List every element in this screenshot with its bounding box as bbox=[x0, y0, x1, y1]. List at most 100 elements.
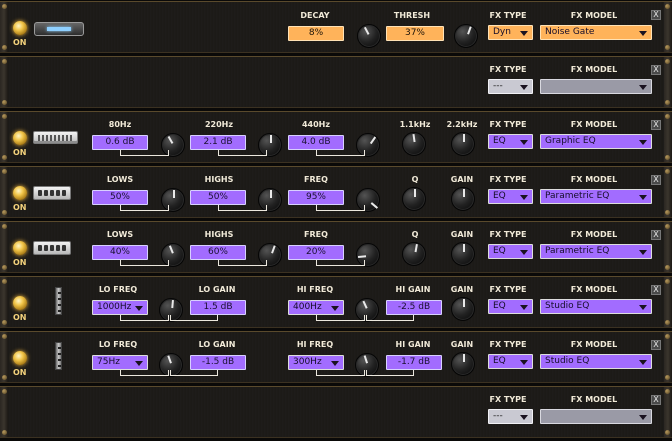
band-2-2khz-label: 2.2kHz bbox=[446, 120, 478, 129]
band-1-1khz-knob-icon[interactable] bbox=[402, 132, 426, 156]
fx-type-select[interactable]: --- bbox=[488, 79, 533, 94]
close-icon[interactable]: X bbox=[651, 340, 661, 350]
gain-knob-icon[interactable] bbox=[451, 187, 475, 211]
gain-label: GAIN bbox=[450, 230, 474, 239]
band-80hz-value[interactable]: 0.6 dB bbox=[92, 135, 148, 150]
fx-type-select[interactable]: EQ bbox=[488, 244, 533, 259]
fx-model-select[interactable] bbox=[540, 79, 652, 94]
fx-type-select[interactable]: --- bbox=[488, 409, 533, 424]
fx-model-select[interactable] bbox=[540, 409, 652, 424]
fx-slot-empty-1: FX TYPE --- FX MODEL X bbox=[0, 56, 672, 108]
close-icon[interactable]: X bbox=[651, 285, 661, 295]
fx-type-select[interactable]: EQ bbox=[488, 134, 533, 149]
lo-freq-select[interactable]: 75Hz bbox=[92, 355, 148, 370]
close-icon[interactable]: X bbox=[651, 120, 661, 130]
decay-label: DECAY bbox=[300, 11, 330, 20]
hi-freq-select[interactable]: 300Hz bbox=[288, 355, 344, 370]
gain-knob-icon[interactable] bbox=[451, 297, 475, 321]
power-led-icon[interactable] bbox=[13, 131, 27, 145]
decay-value[interactable]: 8% bbox=[288, 26, 344, 41]
parametric-eq-device-icon bbox=[33, 241, 71, 255]
lo-freq-label: LO FREQ bbox=[98, 285, 138, 294]
freq-value[interactable]: 95% bbox=[288, 190, 344, 205]
q-label: Q bbox=[411, 230, 419, 239]
band-2-2khz-knob-icon[interactable] bbox=[451, 132, 475, 156]
fx-type-label: FX TYPE bbox=[489, 65, 527, 74]
fx-model-select[interactable]: Parametric EQ bbox=[540, 244, 652, 259]
lo-freq-label: LO FREQ bbox=[98, 340, 138, 349]
close-icon[interactable]: X bbox=[651, 65, 661, 75]
fx-model-label: FX MODEL bbox=[570, 120, 618, 129]
hi-freq-label: HI FREQ bbox=[296, 340, 334, 349]
graph-bracket bbox=[170, 370, 218, 376]
freq-value[interactable]: 20% bbox=[288, 245, 344, 260]
lows-label: LOWS bbox=[106, 175, 134, 184]
lo-gain-value[interactable]: 1.5 dB bbox=[190, 300, 246, 315]
thresh-knob-icon[interactable] bbox=[454, 24, 478, 48]
power-led-icon[interactable] bbox=[13, 351, 27, 365]
parametric-eq-device-icon bbox=[33, 186, 71, 200]
fx-model-label: FX MODEL bbox=[570, 175, 618, 184]
fx-type-select[interactable]: EQ bbox=[488, 189, 533, 204]
lows-label: LOWS bbox=[106, 230, 134, 239]
band-440hz-value[interactable]: 4.0 dB bbox=[288, 135, 344, 150]
gain-knob-icon[interactable] bbox=[451, 352, 475, 376]
gain-label: GAIN bbox=[450, 175, 474, 184]
fx-model-label: FX MODEL bbox=[570, 395, 618, 404]
power-led-icon[interactable] bbox=[13, 186, 27, 200]
q-knob-icon[interactable] bbox=[402, 187, 426, 211]
fx-model-select[interactable]: Parametric EQ bbox=[540, 189, 652, 204]
lo-gain-value[interactable]: -1.5 dB bbox=[190, 355, 246, 370]
graph-bracket bbox=[316, 260, 365, 266]
graph-bracket bbox=[316, 150, 365, 156]
graph-bracket bbox=[120, 260, 169, 266]
fx-model-select[interactable]: Studio EQ bbox=[540, 354, 652, 369]
close-icon[interactable]: X bbox=[651, 395, 661, 405]
fx-slot-parametric-eq-2: ON LOWS 40% HIGHS 60% FREQ 20% Q GAIN FX… bbox=[0, 221, 672, 273]
hi-gain-value[interactable]: -1.7 dB bbox=[386, 355, 442, 370]
decay-knob-icon[interactable] bbox=[357, 24, 381, 48]
close-icon[interactable]: X bbox=[651, 175, 661, 185]
fx-type-label: FX TYPE bbox=[489, 395, 527, 404]
q-knob-icon[interactable] bbox=[402, 242, 426, 266]
fx-type-label: FX TYPE bbox=[489, 11, 527, 20]
graph-bracket bbox=[218, 150, 267, 156]
hi-gain-label: HI GAIN bbox=[395, 340, 431, 349]
on-label: ON bbox=[13, 313, 27, 322]
fx-type-select[interactable]: EQ bbox=[488, 299, 533, 314]
fx-slot-parametric-eq-1: ON LOWS 50% HIGHS 50% FREQ 95% Q GAIN FX… bbox=[0, 166, 672, 218]
highs-value[interactable]: 60% bbox=[190, 245, 246, 260]
graph-bracket bbox=[218, 260, 267, 266]
graph-bracket bbox=[316, 205, 365, 211]
thresh-value[interactable]: 37% bbox=[386, 26, 444, 41]
fx-model-select[interactable]: Studio EQ bbox=[540, 299, 652, 314]
gain-knob-icon[interactable] bbox=[451, 242, 475, 266]
close-icon[interactable]: X bbox=[651, 10, 661, 20]
fx-model-select[interactable]: Noise Gate bbox=[540, 25, 652, 40]
studio-eq-device-icon bbox=[55, 287, 62, 315]
fx-model-select[interactable]: Graphic EQ bbox=[540, 134, 652, 149]
fx-slot-studio-eq-1: ON LO FREQ 1000Hz LO GAIN 1.5 dB HI FREQ… bbox=[0, 276, 672, 328]
graph-bracket bbox=[316, 315, 365, 321]
fx-type-label: FX TYPE bbox=[489, 120, 527, 129]
fx-type-select[interactable]: EQ bbox=[488, 354, 533, 369]
hi-gain-value[interactable]: -2.5 dB bbox=[386, 300, 442, 315]
highs-label: HIGHS bbox=[204, 175, 234, 184]
studio-eq-device-icon bbox=[55, 342, 62, 370]
lows-value[interactable]: 40% bbox=[92, 245, 148, 260]
lo-gain-label: LO GAIN bbox=[198, 340, 236, 349]
fx-type-select[interactable]: Dyn bbox=[488, 25, 533, 40]
lows-value[interactable]: 50% bbox=[92, 190, 148, 205]
highs-value[interactable]: 50% bbox=[190, 190, 246, 205]
lo-freq-select[interactable]: 1000Hz bbox=[92, 300, 148, 315]
power-led-icon[interactable] bbox=[13, 296, 27, 310]
on-label: ON bbox=[13, 38, 27, 47]
power-led-icon[interactable] bbox=[13, 241, 27, 255]
hi-freq-select[interactable]: 400Hz bbox=[288, 300, 344, 315]
on-label: ON bbox=[13, 368, 27, 377]
fx-slot-empty-2: FX TYPE --- FX MODEL X bbox=[0, 386, 672, 438]
close-icon[interactable]: X bbox=[651, 230, 661, 240]
graph-bracket bbox=[366, 315, 414, 321]
power-led-icon[interactable] bbox=[13, 21, 27, 35]
band-220hz-value[interactable]: 2.1 dB bbox=[190, 135, 246, 150]
